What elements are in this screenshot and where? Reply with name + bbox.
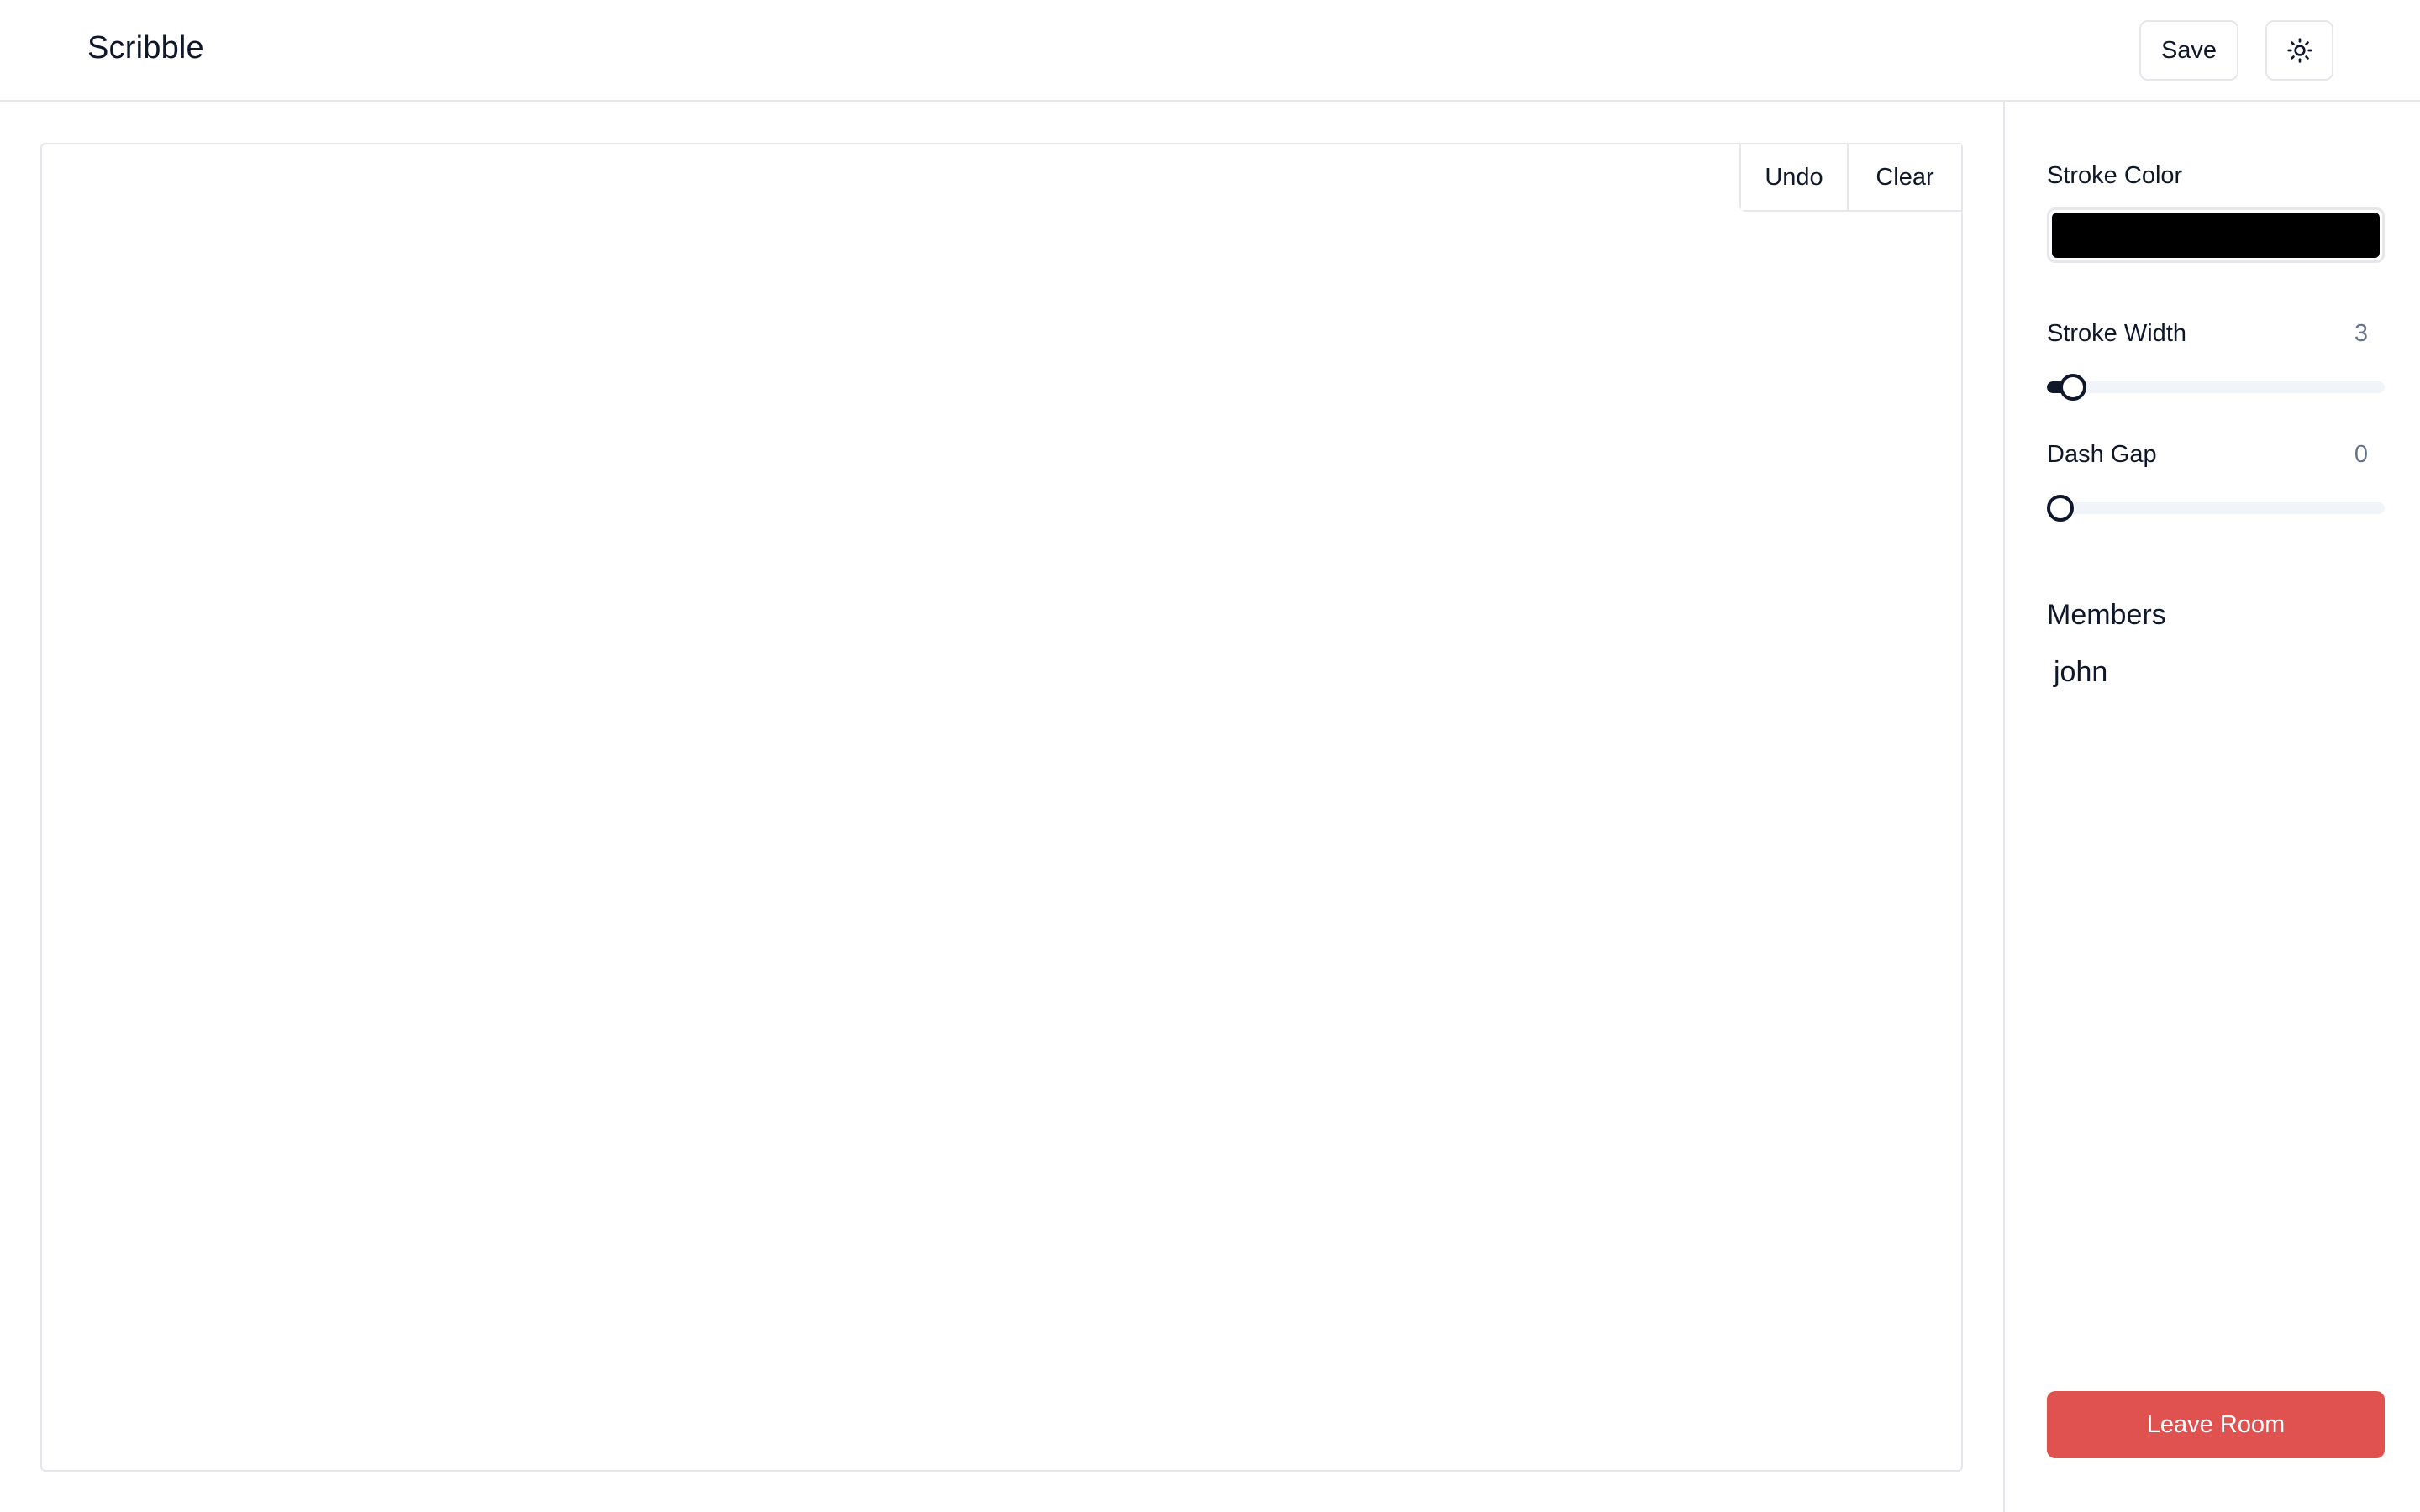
- stroke-color-picker[interactable]: [2047, 207, 2385, 263]
- undo-button[interactable]: Undo: [1741, 144, 1847, 210]
- stroke-width-value: 3: [2354, 320, 2368, 347]
- member-item: john: [2054, 656, 2108, 688]
- stroke-width-label: Stroke Width: [2047, 320, 2186, 347]
- members-title: Members: [2047, 599, 2166, 631]
- slider-track: [2047, 502, 2385, 514]
- sun-icon: [2286, 38, 2312, 63]
- dash-gap-value: 0: [2354, 441, 2368, 468]
- app-title: Scribble: [87, 30, 204, 66]
- app-header: Scribble Save: [0, 0, 2420, 102]
- stroke-width-slider[interactable]: [2047, 374, 2385, 401]
- slider-thumb[interactable]: [2060, 374, 2087, 401]
- settings-sidebar: Stroke Color Stroke Width 3 Dash Gap 0 M…: [2003, 102, 2420, 1512]
- slider-thumb[interactable]: [2047, 495, 2074, 522]
- slider-track: [2047, 381, 2385, 393]
- save-button[interactable]: Save: [2139, 20, 2238, 81]
- canvas-toolbar: Undo Clear: [1739, 143, 1963, 212]
- app-root: Scribble Save Undo Clear Stroke Color St…: [0, 0, 2420, 1512]
- dash-gap-slider[interactable]: [2047, 495, 2385, 522]
- leave-room-button[interactable]: Leave Room: [2047, 1391, 2385, 1458]
- drawing-canvas[interactable]: Undo Clear: [40, 143, 1963, 1472]
- stroke-color-swatch: [2052, 213, 2380, 258]
- stroke-color-label: Stroke Color: [2047, 162, 2183, 189]
- theme-toggle-button[interactable]: [2265, 20, 2333, 81]
- dash-gap-label: Dash Gap: [2047, 441, 2157, 468]
- clear-button[interactable]: Clear: [1847, 144, 1961, 210]
